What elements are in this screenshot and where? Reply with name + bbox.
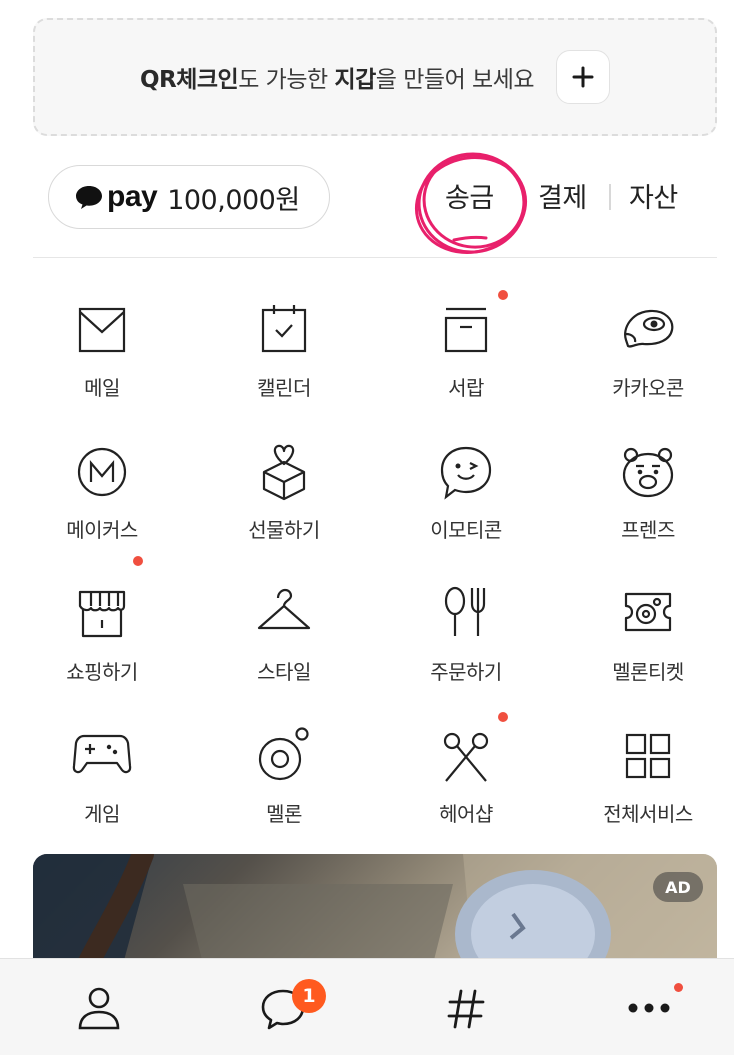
ad-banner[interactable]: AD [33,854,717,964]
more-tab-icon[interactable] [624,983,674,1033]
service-label: 멜론 [266,802,302,826]
service-label: 선물하기 [248,518,320,542]
service-kakaocon[interactable]: 카카오콘 [558,300,734,420]
wallet-banner[interactable]: QR체크인도 가능한 지갑을 만들어 보세요 [33,18,717,136]
service-all[interactable]: 전체서비스 [558,726,734,846]
gift-icon [262,444,306,501]
banner-text: QR체크인도 가능한 지갑을 만들어 보세요 [139,67,535,93]
tab-assets[interactable]: 자산 [629,176,678,215]
service-mail[interactable]: 메일 [12,300,192,420]
service-emoticon[interactable]: 이모티콘 [376,442,556,562]
service-order[interactable]: 주문하기 [376,584,556,704]
service-label: 전체서비스 [603,802,693,826]
plus-icon [572,66,594,88]
service-drawer[interactable]: 서랍 [376,290,556,420]
ticket-icon [624,592,672,632]
service-label: 카카오콘 [612,376,684,400]
service-label: 헤어샵 [439,802,493,826]
add-wallet-button[interactable] [556,50,611,104]
new-dot [133,556,143,566]
ad-badge: AD [653,872,703,902]
pay-logo: pay [107,180,158,213]
service-melon-ticket[interactable]: 멜론티켓 [558,584,734,704]
ad-image [33,854,717,964]
service-melon[interactable]: 멜론 [194,726,374,846]
more-new-dot [674,983,683,992]
grid-icon [625,733,671,779]
friends-tab-icon[interactable] [74,983,124,1033]
service-gift[interactable]: 선물하기 [194,442,374,562]
melon-icon [258,727,309,781]
service-hairshop[interactable]: 헤어샵 [376,712,556,846]
new-dot [498,290,508,300]
pay-balance: 100,000원 [167,184,300,216]
fork-spoon-icon [444,586,486,636]
friends-icon [622,447,674,498]
service-calendar[interactable]: 캘린더 [194,300,374,420]
tab-transfer[interactable]: 송금 [445,176,494,215]
hanger-icon [257,588,311,630]
new-dot [498,712,508,722]
hashtag-tab-icon[interactable] [441,983,491,1033]
service-friends[interactable]: 프렌즈 [558,442,734,562]
service-style[interactable]: 스타일 [194,584,374,704]
service-makers[interactable]: 메이커스 [12,442,192,562]
tab-payment[interactable]: 결제 [538,176,587,215]
service-game[interactable]: 게임 [12,726,192,846]
section-divider [33,257,717,258]
kakaocon-icon [624,309,674,348]
gamepad-icon [72,734,132,774]
calendar-icon [261,305,307,353]
service-shopping[interactable]: 쇼핑하기 [12,556,192,704]
finance-tabs: 송금 결제 자산 [420,176,700,220]
shop-icon [78,590,126,638]
emoticon-icon [440,446,492,500]
mail-icon [78,307,126,353]
service-label: 메일 [84,376,120,400]
scissors-icon [443,732,489,782]
service-label: 프렌즈 [621,518,675,542]
service-label: 메이커스 [66,518,138,542]
service-label: 게임 [84,802,120,826]
service-label: 멜론티켓 [612,660,684,684]
drawer-icon [444,307,488,353]
kakaopay-balance-button[interactable]: pay 100,000원 [48,165,330,229]
service-label: 스타일 [257,660,311,684]
chat-unread-badge: 1 [292,979,326,1013]
service-label: 이모티콘 [430,518,502,542]
makers-icon [77,447,127,497]
service-label: 캘린더 [257,376,311,400]
speech-bubble-icon [76,186,102,209]
tab-separator [609,184,611,210]
bottom-nav: 1 [0,958,734,1055]
service-label: 쇼핑하기 [66,660,138,684]
service-label: 서랍 [448,376,484,400]
service-label: 주문하기 [430,660,502,684]
